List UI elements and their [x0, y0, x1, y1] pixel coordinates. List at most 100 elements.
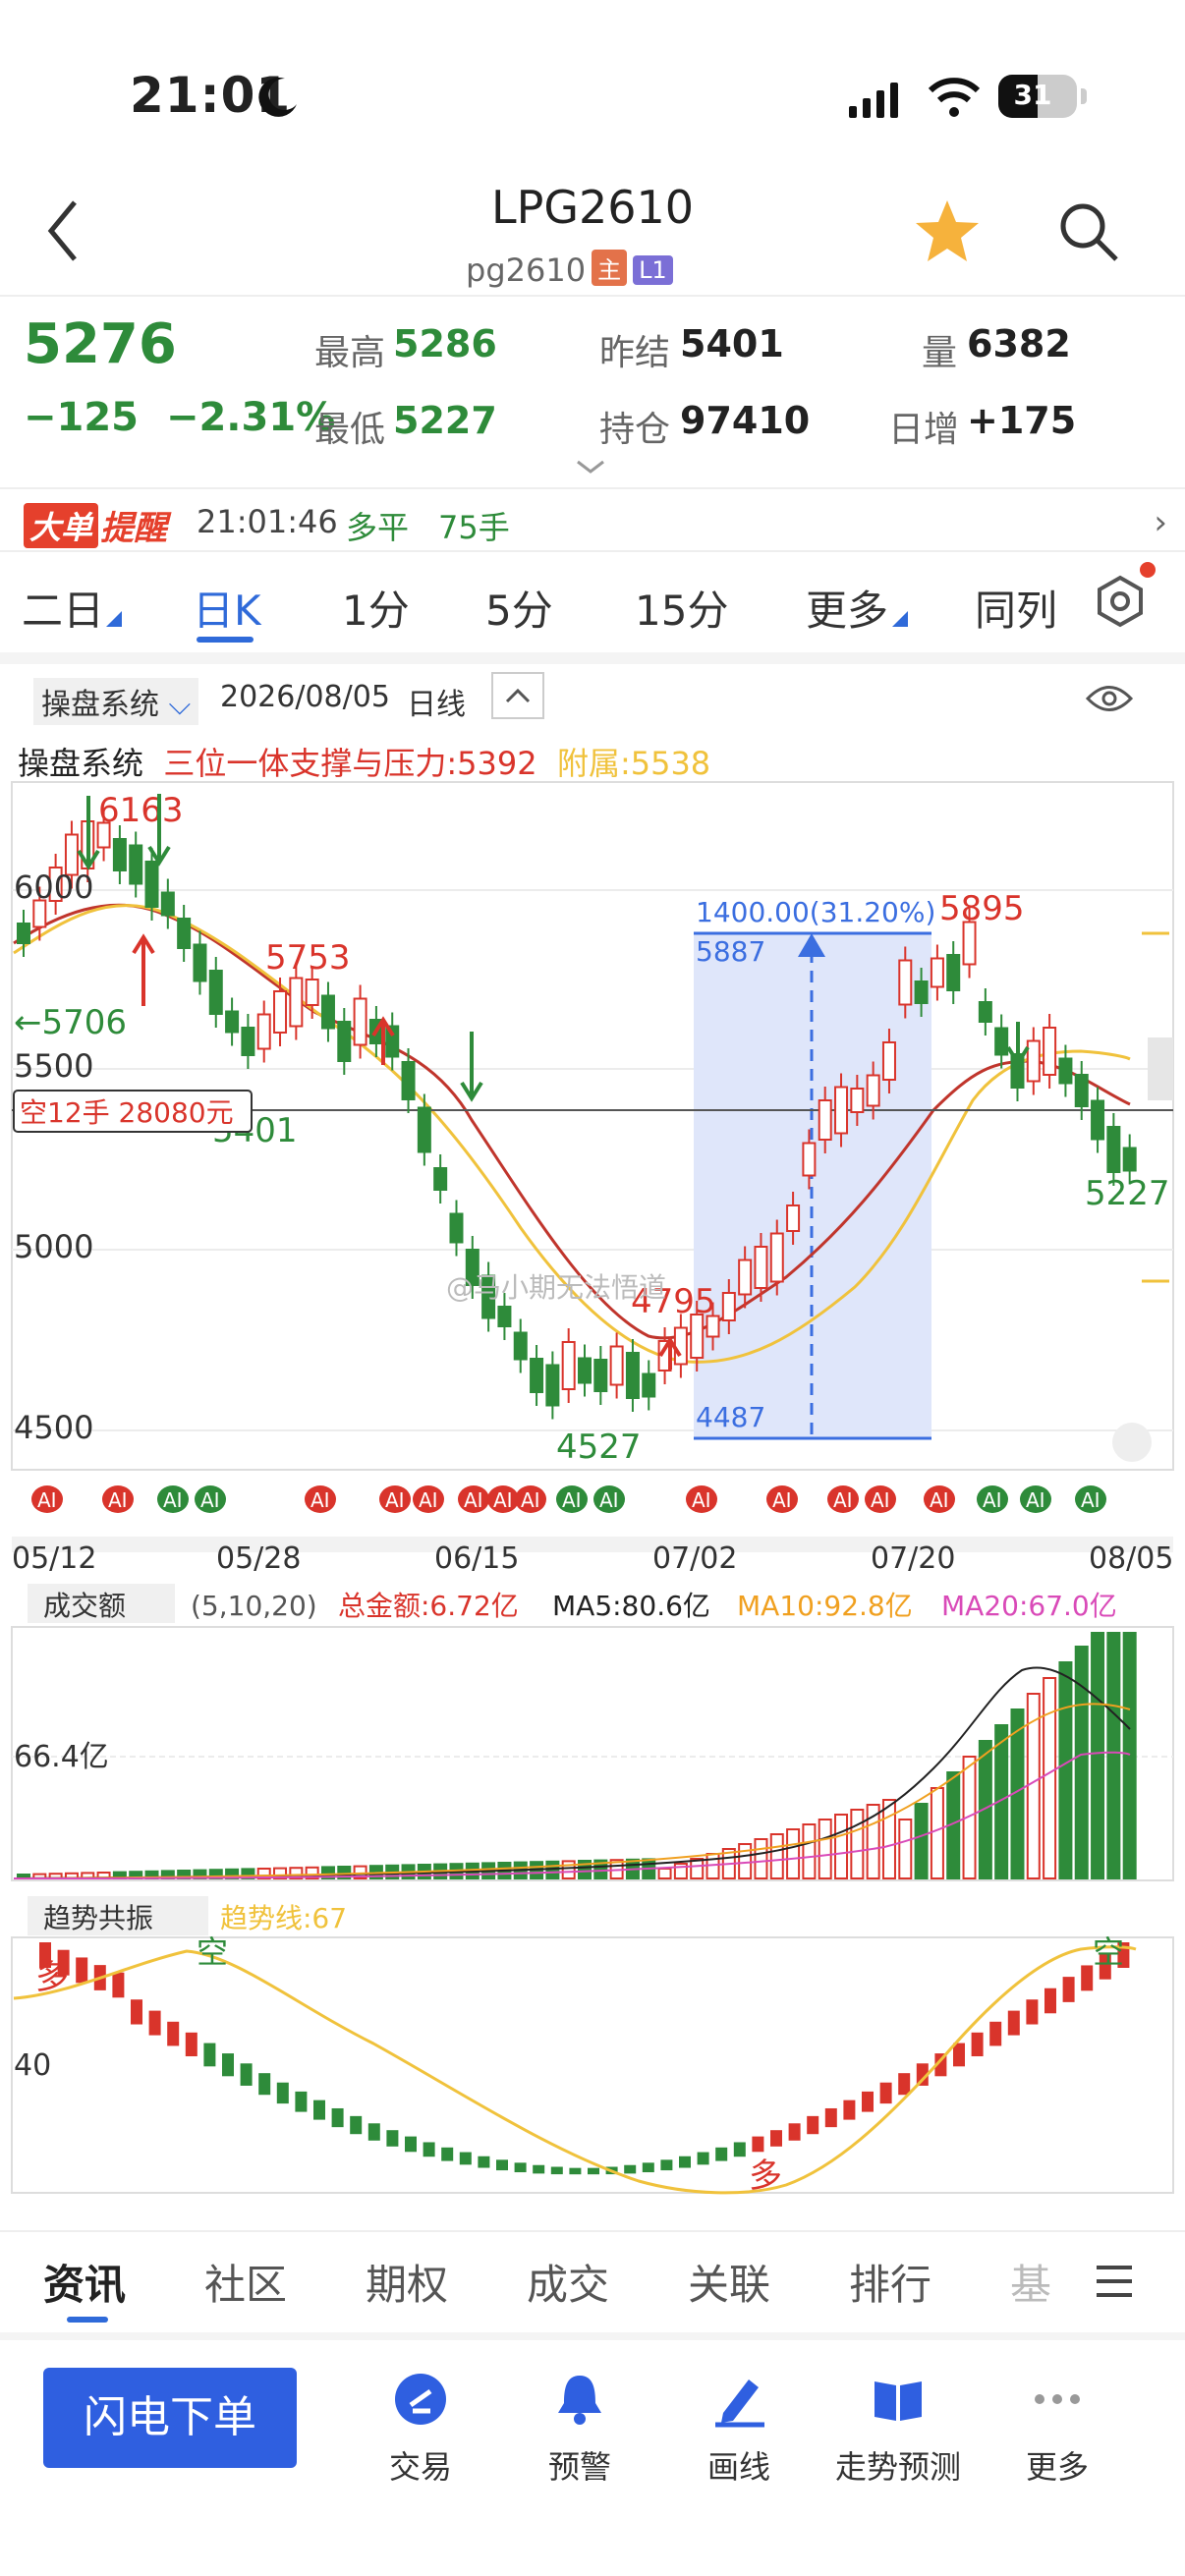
label-5753: 5753	[265, 938, 351, 978]
ai-marker-label: AI	[310, 1488, 330, 1512]
trend-block	[167, 2021, 180, 2046]
candle-body	[561, 1341, 576, 1390]
chevron-up-icon	[505, 688, 531, 703]
volume-bar	[802, 1823, 817, 1879]
tab-news[interactable]: 资讯	[43, 2252, 126, 2312]
collapse-button[interactable]	[491, 672, 544, 719]
trend-block	[697, 2152, 709, 2165]
measure-box	[694, 933, 931, 1438]
measure-top-label: 1400.00(31.20%)	[696, 896, 935, 928]
favorite-star-icon[interactable]	[912, 196, 983, 267]
low-value: 5227	[393, 399, 497, 442]
trend-frame	[11, 1936, 1174, 2194]
more-button[interactable]: 更多	[979, 2370, 1136, 2488]
expand-chevron-icon[interactable]	[574, 458, 607, 476]
main-tag: 主	[592, 250, 628, 286]
up-arrow-icon	[132, 933, 155, 1006]
trend-block	[1026, 1999, 1039, 2025]
system-label: 操盘系统	[41, 688, 159, 722]
open-int-label: 持仓	[599, 410, 671, 450]
candle-body	[1091, 1099, 1105, 1141]
ai-marker-label: AI	[464, 1488, 483, 1512]
dots-icon	[1035, 2394, 1080, 2404]
change-value: −125	[24, 395, 140, 440]
tab-more[interactable]: 更多	[806, 578, 888, 638]
trend-block	[879, 2082, 892, 2104]
volume-ma5: MA5:80.6亿	[552, 1590, 710, 1622]
notification-dot	[1140, 562, 1156, 578]
tab-same-list[interactable]: 同列	[975, 578, 1057, 638]
volume-name: 成交额	[43, 1590, 126, 1622]
trend-forecast-button[interactable]: 走势预测	[819, 2370, 977, 2488]
tab-5min[interactable]: 5分	[485, 578, 553, 638]
candle-body	[593, 1359, 608, 1392]
prev-settle-value: 5401	[680, 322, 784, 365]
ai-marker-label: AI	[1026, 1488, 1045, 1512]
tab-15min[interactable]: 15分	[635, 578, 728, 638]
big-order-alert[interactable]: 大单 提醒 21:01:46 多平 75手 ›	[0, 487, 1185, 552]
trend-block	[770, 2130, 782, 2147]
candle-body	[449, 1212, 464, 1244]
flash-order-button[interactable]: 闪电下单	[43, 2368, 297, 2468]
candle-body	[256, 1013, 271, 1050]
search-icon[interactable]	[1053, 196, 1124, 267]
candle-body	[530, 1358, 544, 1393]
trade-button[interactable]: 交易	[342, 2370, 499, 2488]
trend-block	[222, 2053, 234, 2077]
menu-icon[interactable]	[1093, 2262, 1136, 2301]
alert-button[interactable]: 预警	[501, 2370, 658, 2488]
candle-body	[866, 1074, 880, 1107]
page-title: LPG2610	[490, 181, 695, 234]
alert-label: 预警	[547, 2448, 611, 2486]
draw-line-button[interactable]: 画线	[660, 2370, 818, 2488]
settings-hex-icon[interactable]	[1093, 574, 1148, 629]
candle-body	[433, 1167, 448, 1191]
volume-bar	[1043, 1677, 1057, 1879]
tab-community[interactable]: 社区	[204, 2252, 287, 2312]
trend-block	[423, 2142, 435, 2157]
candle-body	[545, 1364, 560, 1407]
system-selector[interactable]: 操盘系统 ⌵	[33, 678, 199, 725]
eye-icon[interactable]	[1085, 682, 1134, 715]
fullscreen-icon[interactable]	[1112, 1423, 1152, 1462]
ai-marker-label: AI	[1081, 1488, 1100, 1512]
last-price: 5276	[24, 312, 177, 376]
volume-total: 总金额:6.72亿	[338, 1590, 519, 1622]
tab-daily-k[interactable]: 日K	[193, 578, 261, 638]
volume-bar	[1106, 1632, 1121, 1879]
ai-marker-label: AI	[871, 1488, 890, 1512]
ai-marker-label: AI	[599, 1488, 619, 1512]
tab-options[interactable]: 期权	[366, 2252, 448, 2312]
tab-basic[interactable]: 基	[1010, 2252, 1051, 2312]
label-5706: ←5706	[14, 1003, 127, 1042]
side-drawer-handle[interactable]	[1148, 1037, 1173, 1100]
candle-body	[353, 997, 367, 1046]
candle-body	[513, 1331, 528, 1361]
tab-related[interactable]: 关联	[688, 2252, 770, 2312]
tab-ranking[interactable]: 排行	[849, 2252, 931, 2312]
tab-trades[interactable]: 成交	[527, 2252, 609, 2312]
volume-bar	[754, 1838, 768, 1879]
kline-chart[interactable]: 1400.00(31.20%) 5887 4487 6163 5753 ←570…	[0, 776, 1185, 2201]
alert-title: 提醒	[100, 509, 167, 548]
candle-body	[401, 1061, 416, 1100]
ai-marker-label: AI	[833, 1488, 853, 1512]
trend-block	[514, 2162, 527, 2173]
dropdown-corner-icon	[892, 611, 908, 627]
y-tick: 4500	[14, 1409, 93, 1446]
trend-block	[295, 2091, 308, 2112]
ai-markers: AI AI AI AI AI AI AI AI AI AI AI AI AI AI AI AI AI AI AI AI	[31, 1485, 1106, 1513]
tab-two-day[interactable]: 二日	[22, 578, 104, 638]
alert-time: 21:01:46	[197, 503, 338, 540]
candle-body	[320, 994, 335, 1030]
candle-body	[289, 977, 304, 1028]
y-tick: 5000	[14, 1228, 93, 1265]
candle-body	[642, 1372, 656, 1398]
trend-block	[386, 2130, 399, 2147]
tab-1min[interactable]: 1分	[342, 578, 410, 638]
trend-block	[660, 2159, 673, 2171]
draw-line-label: 画线	[706, 2448, 770, 2486]
volume-bar	[1091, 1632, 1105, 1879]
kong-label: 空	[1093, 1933, 1124, 1971]
ai-marker-label: AI	[692, 1488, 711, 1512]
